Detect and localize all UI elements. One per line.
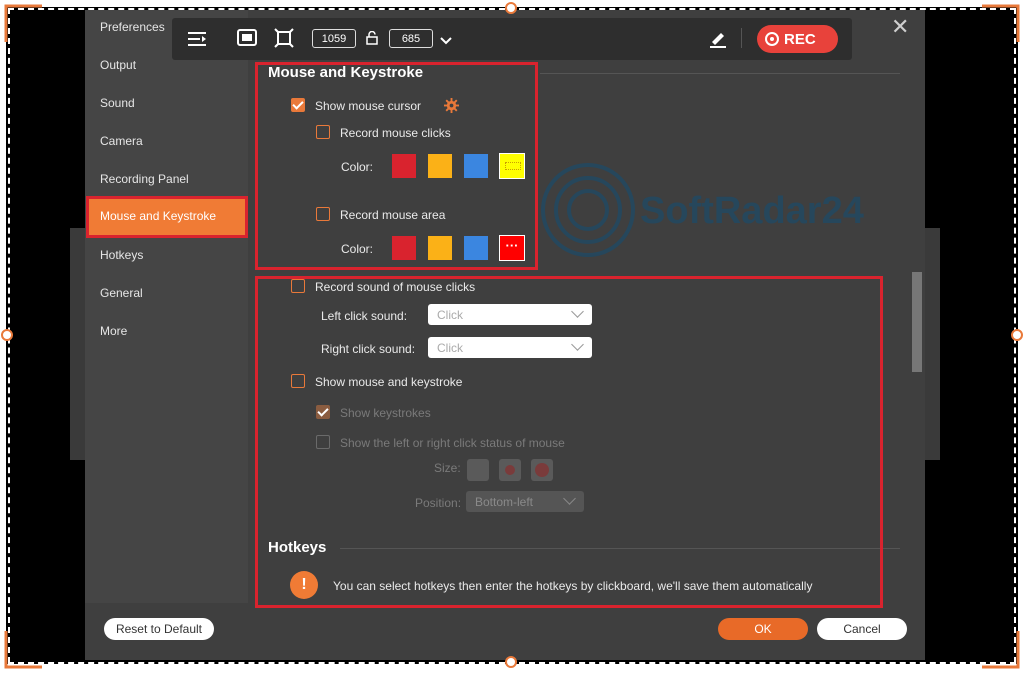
corner-handle-bottom-right[interactable] [980,629,1020,669]
resize-handle-left[interactable] [1,329,13,341]
pen-icon[interactable] [708,28,728,53]
sidebar-item-output[interactable]: Output [100,58,136,72]
sidebar-item-sound[interactable]: Sound [100,96,135,110]
rec-label: REC [784,30,816,48]
sidebar-title: Preferences [100,20,165,34]
reset-default-button[interactable]: Reset to Default [104,618,214,640]
screenshot-stage: Preferences Output Sound Camera Recordin… [0,0,1024,673]
chevron-down-icon[interactable] [440,33,452,51]
sidebar-item-general[interactable]: General [100,286,143,300]
resize-handle-right[interactable] [1011,329,1023,341]
corner-handle-bottom-left[interactable] [4,629,44,669]
resize-handle-top[interactable] [505,2,517,14]
record-icon [765,32,779,46]
height-input[interactable]: 685 [389,29,433,48]
cancel-button[interactable]: Cancel [817,618,907,640]
menu-icon[interactable] [187,30,207,53]
corner-handle-top-left[interactable] [4,4,44,44]
sidebar-item-more[interactable]: More [100,324,127,338]
sidebar-item-recording-panel[interactable]: Recording Panel [100,172,189,186]
highlight-box-cursor-settings [255,62,538,270]
section-divider [540,73,900,74]
screen-icon[interactable] [237,28,257,53]
scrollbar-thumb[interactable] [912,272,922,372]
width-input[interactable]: 1059 [312,29,356,48]
sidebar-item-hotkeys[interactable]: Hotkeys [100,248,143,262]
close-icon[interactable]: ✕ [891,16,909,38]
ok-button[interactable]: OK [718,618,808,640]
resize-handle-bottom[interactable] [505,656,517,668]
rec-button[interactable]: REC [757,25,838,53]
sidebar-item-camera[interactable]: Camera [100,134,143,148]
unlock-icon[interactable] [365,30,379,50]
toolbar-divider [741,28,742,48]
highlight-box-keystroke-settings [255,276,883,608]
corner-handle-top-right[interactable] [980,4,1020,44]
highlight-box-sidebar [86,196,248,238]
crop-icon[interactable] [274,28,294,53]
